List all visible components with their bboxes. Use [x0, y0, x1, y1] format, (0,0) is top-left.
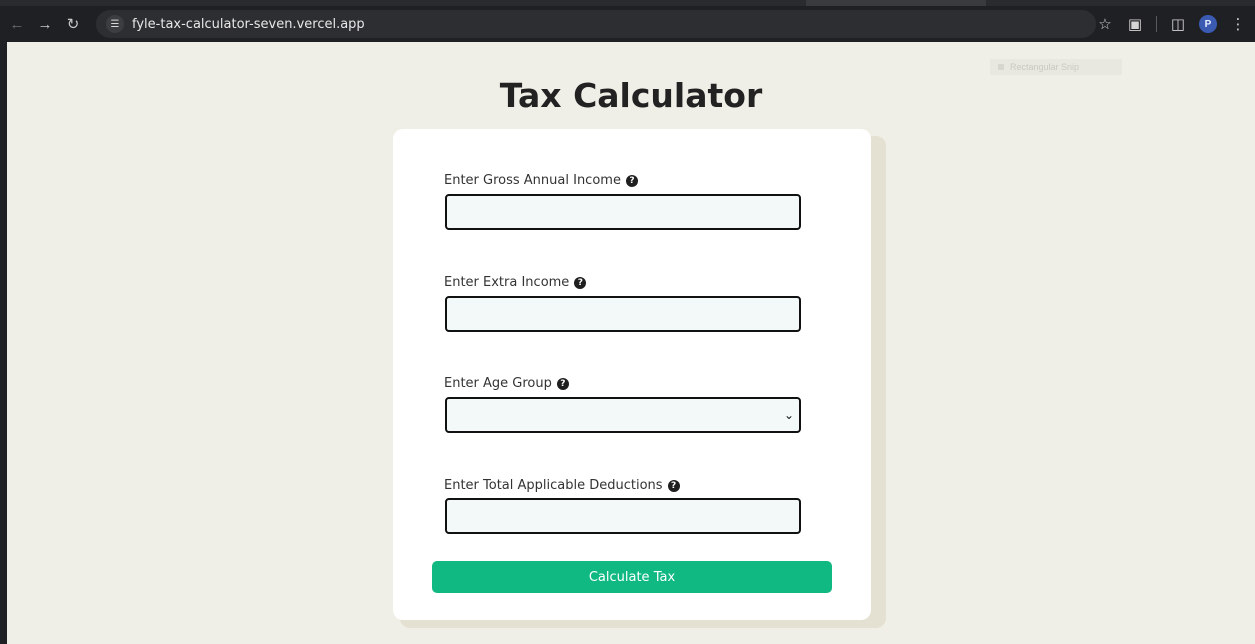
deductions-label-text: Enter Total Applicable Deductions: [444, 478, 663, 493]
extra-income-label: Enter Extra Income ?: [444, 275, 587, 290]
profile-avatar[interactable]: P: [1199, 15, 1217, 33]
url-text[interactable]: fyle-tax-calculator-seven.vercel.app: [132, 17, 365, 32]
question-circle-icon[interactable]: ?: [574, 276, 587, 289]
deductions-label: Enter Total Applicable Deductions ?: [444, 478, 680, 493]
age-group-label-text: Enter Age Group: [444, 376, 552, 391]
address-bar[interactable]: ☰ fyle-tax-calculator-seven.vercel.app: [96, 10, 1096, 38]
tune-icon[interactable]: ☰: [106, 15, 124, 33]
gross-income-label: Enter Gross Annual Income ?: [444, 173, 638, 188]
gross-income-input[interactable]: [445, 194, 801, 230]
snip-icon: [998, 64, 1004, 70]
extra-income-input[interactable]: [445, 296, 801, 332]
arrow-right-icon[interactable]: →: [34, 13, 56, 35]
question-circle-icon[interactable]: ?: [556, 377, 569, 390]
snip-overlay: Rectangular Snip: [990, 59, 1122, 75]
tax-form-card: Enter Gross Annual Income ? Enter Extra …: [393, 129, 871, 620]
toolbar-actions: ☆ ▣ ◫ P ⋮: [1096, 12, 1247, 36]
side-panel-icon[interactable]: ◫: [1169, 15, 1187, 33]
gross-income-label-text: Enter Gross Annual Income: [444, 173, 621, 188]
arrow-left-icon[interactable]: ←: [6, 13, 28, 35]
question-circle-icon[interactable]: ?: [667, 479, 680, 492]
deductions-input[interactable]: [445, 498, 801, 534]
browser-toolbar: ← → ↻ ☰ fyle-tax-calculator-seven.vercel…: [0, 6, 1255, 42]
toolbar-divider: [1156, 16, 1157, 32]
star-icon[interactable]: ☆: [1096, 15, 1114, 33]
extra-income-label-text: Enter Extra Income: [444, 275, 570, 290]
reload-icon[interactable]: ↻: [62, 13, 84, 35]
question-circle-icon[interactable]: ?: [625, 174, 638, 187]
age-group-select[interactable]: ⌄: [445, 397, 801, 433]
page-title: Tax Calculator: [499, 76, 763, 115]
page-viewport: Rectangular Snip Tax Calculator Enter Gr…: [7, 42, 1255, 644]
puzzle-icon[interactable]: ▣: [1126, 15, 1144, 33]
age-group-label: Enter Age Group ?: [444, 376, 569, 391]
calculate-tax-button[interactable]: Calculate Tax: [432, 561, 832, 593]
kebab-menu-icon[interactable]: ⋮: [1229, 15, 1247, 33]
chevron-down-icon[interactable]: ⌄: [784, 408, 794, 422]
snip-label: Rectangular Snip: [1010, 62, 1080, 72]
